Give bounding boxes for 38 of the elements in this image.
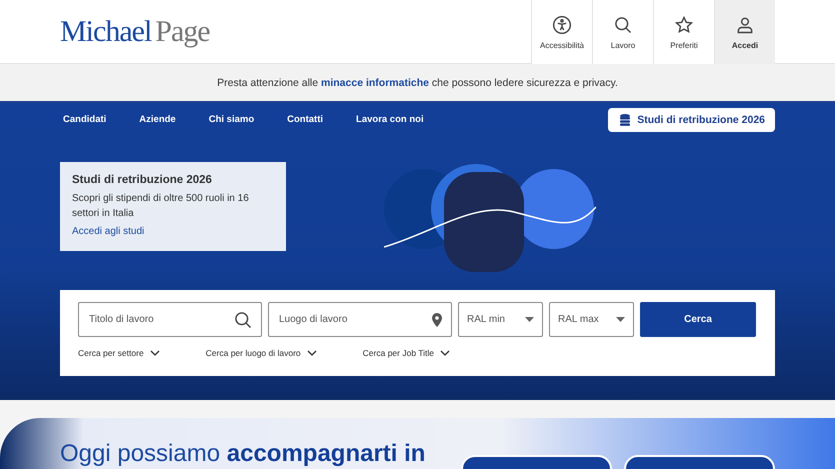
coins-icon <box>618 112 632 126</box>
location-pin-icon <box>431 312 443 326</box>
nav-link[interactable]: Candidati <box>60 114 110 125</box>
accessibility-icon <box>552 14 572 34</box>
filter-dropdown[interactable]: Cerca per luogo di lavoro <box>206 348 317 358</box>
salary-study-button[interactable]: Studi di retribuzione 2026 <box>608 108 775 132</box>
ral-min-select[interactable]: RAL min <box>458 302 543 337</box>
job-title-field[interactable]: Titolo di lavoro <box>78 302 262 337</box>
chevron-down-icon <box>306 350 317 356</box>
filter-dropdown[interactable]: Cerca per settore <box>78 348 160 358</box>
location-input[interactable]: Luogo di lavoro <box>277 313 417 326</box>
search-icon <box>613 14 633 34</box>
promo-title: Studi di retribuzione 2026 <box>72 174 213 186</box>
promo-link[interactable]: Accedi agli studi <box>72 226 144 237</box>
header-action-button[interactable]: Preferiti <box>653 0 714 64</box>
chevron-down-icon <box>150 350 160 356</box>
star-icon <box>674 14 694 34</box>
nav-link[interactable]: Aziende <box>136 114 179 125</box>
header-action-button[interactable]: Accessibilità <box>531 0 592 64</box>
nav-link[interactable]: Contatti <box>284 114 326 125</box>
user-icon <box>735 14 755 34</box>
nav-link[interactable]: Chi siamo <box>206 114 258 125</box>
search-button[interactable]: Cerca <box>640 302 756 337</box>
dropdown-caret-icon <box>525 317 534 322</box>
job-title-input[interactable]: Titolo di lavoro <box>87 313 227 326</box>
filter-dropdown[interactable]: Cerca per Job Title <box>362 348 450 358</box>
michael-page-logo[interactable]: MichaelPage <box>60 14 210 48</box>
chevron-down-icon <box>440 350 450 356</box>
header-action-button[interactable]: Lavoro <box>592 0 653 64</box>
dropdown-caret-icon <box>616 317 625 322</box>
search-icon <box>233 310 253 330</box>
promo-text: Scopri gli stipendi di oltre 500 ruoli in 16 settori in Italia <box>72 192 250 221</box>
threats-link[interactable]: minacce informatiche <box>321 76 429 88</box>
nav-link[interactable]: Lavora con noi <box>353 114 427 125</box>
ral-max-select[interactable]: RAL max <box>549 302 634 337</box>
header-action-button[interactable]: Accedi <box>714 0 775 64</box>
headline: Oggi possiamo accompagnarti in <box>60 441 426 467</box>
location-field[interactable]: Luogo di lavoro <box>268 302 452 337</box>
